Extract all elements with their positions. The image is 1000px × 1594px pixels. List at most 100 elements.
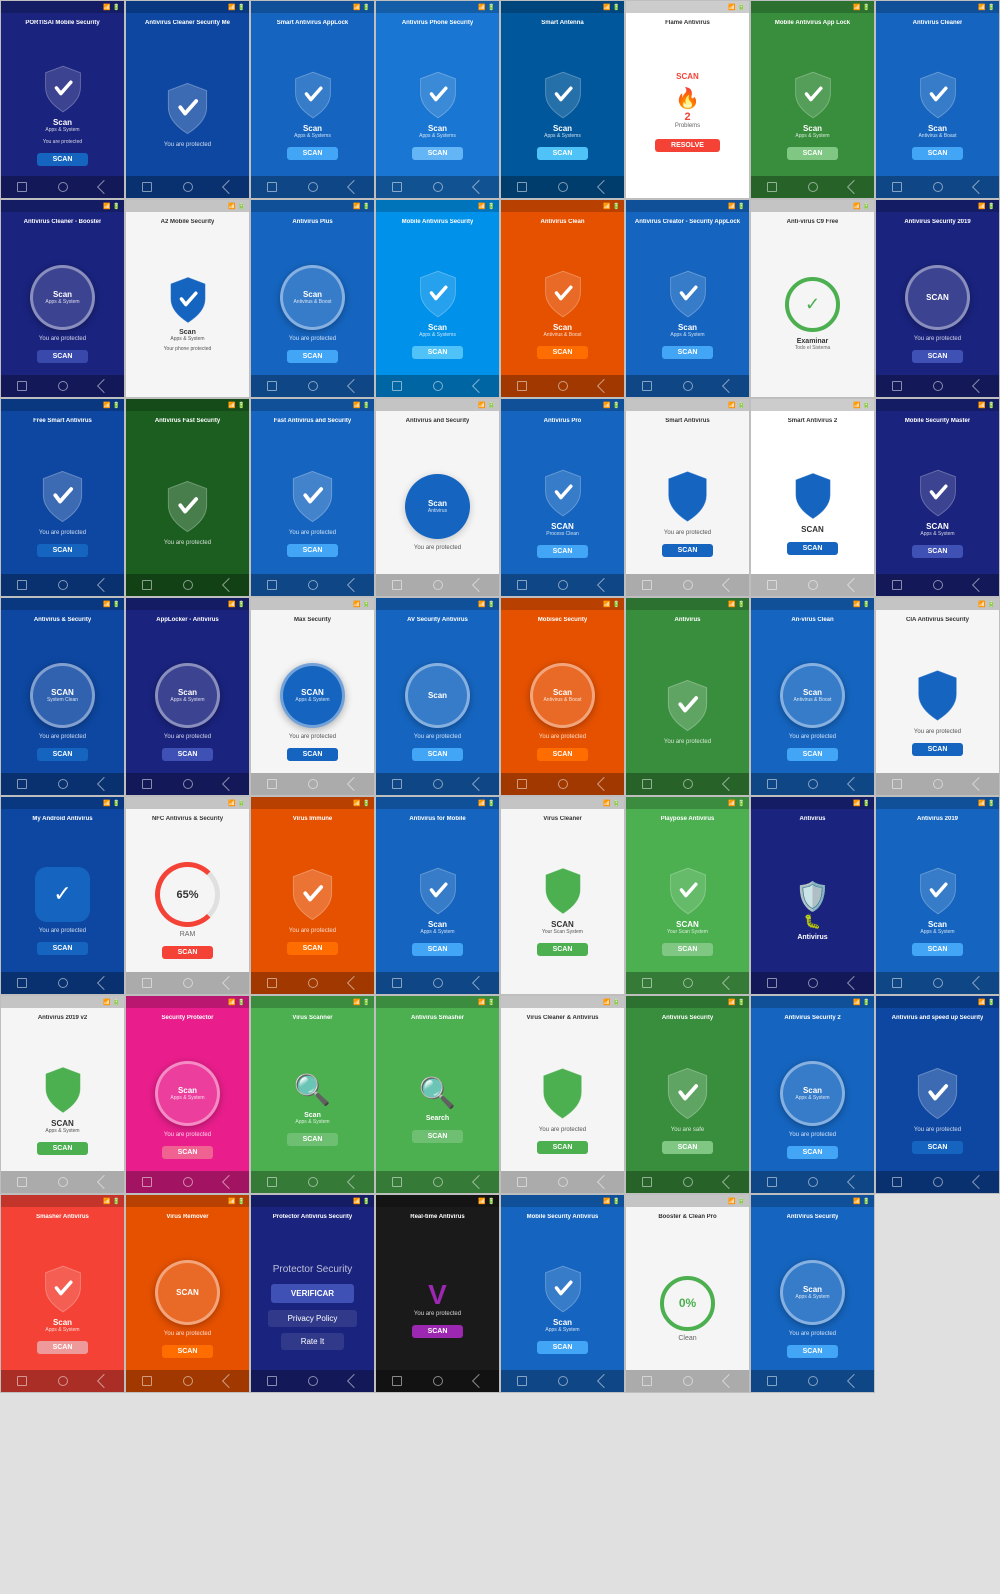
nav-bar xyxy=(126,1370,249,1392)
status-bar: 📶 🔋 xyxy=(501,598,624,610)
nav-bar xyxy=(501,1370,624,1392)
app-cell: 📶 🔋 Mobile Antivirus App Lock Scan Apps … xyxy=(750,0,875,199)
nav-bar xyxy=(376,375,499,397)
status-bar: 📶 🔋 xyxy=(376,1,499,13)
status-bar: 📶 🔋 xyxy=(626,797,749,809)
nav-bar xyxy=(376,1370,499,1392)
status-bar: 📶 🔋 xyxy=(876,598,999,610)
app-title-bar: Mobile Security Master xyxy=(876,411,999,431)
nav-bar xyxy=(251,176,374,198)
app-screen: 📶 🔋 Antivirus Security 2019 SCAN You are… xyxy=(876,200,999,397)
app-screen: 📶 🔋 Antivirus 2019 v2 SCAN Apps & System… xyxy=(1,996,124,1193)
app-screen: 📶 🔋 AV Security Antivirus Scan You are p… xyxy=(376,598,499,795)
app-title-bar: A2 Mobile Security xyxy=(126,212,249,232)
app-cell: 📶 🔋 Mobisec Security Scan Antivirus & Bo… xyxy=(500,597,625,796)
nav-bar xyxy=(626,574,749,596)
status-bar: 📶 🔋 xyxy=(626,598,749,610)
app-title-bar: Antivirus Cleaner - Booster xyxy=(1,212,124,232)
app-title-bar: Smart Antenna xyxy=(501,13,624,33)
app-screen: 📶 🔋 AntiVirus Security Scan Apps & Syste… xyxy=(751,1195,874,1392)
app-screen: 📶 🔋 Max Security SCAN Apps & System You … xyxy=(251,598,374,795)
nav-bar xyxy=(1,375,124,397)
status-bar: 📶 🔋 xyxy=(376,598,499,610)
nav-bar xyxy=(1,972,124,994)
app-screen: 📶 🔋 A2 Mobile Security Scan Apps & Syste… xyxy=(126,200,249,397)
app-screen: 📶 🔋 Antivirus Security You are safe SCAN xyxy=(626,996,749,1193)
app-title-bar: Booster & Clean Pro xyxy=(626,1207,749,1227)
app-title-bar: Antivirus Clean xyxy=(501,212,624,232)
app-cell: 📶 🔋 NFC Antivirus & Security 65% RAM SCA… xyxy=(125,796,250,995)
status-bar: 📶 🔋 xyxy=(876,996,999,1008)
nav-bar xyxy=(376,176,499,198)
app-screen: 📶 🔋 Antivirus Cleaner Scan Antivirus & B… xyxy=(876,1,999,198)
app-title-bar: Fast Antivirus and Security xyxy=(251,411,374,431)
app-title-bar: AV Security Antivirus xyxy=(376,610,499,630)
app-title-bar: Antivirus Security xyxy=(626,1008,749,1028)
app-title-bar: Antivirus Cleaner Security Me xyxy=(126,13,249,33)
nav-bar xyxy=(1,1171,124,1193)
status-bar: 📶 🔋 xyxy=(376,797,499,809)
app-cell: 📶 🔋 Antivirus Clean Scan Antivirus & Boo… xyxy=(500,199,625,398)
app-cell: 📶 🔋 Antivirus Plus Scan Antivirus & Boos… xyxy=(250,199,375,398)
app-cell: 📶 🔋 AntiVirus Security Scan Apps & Syste… xyxy=(750,1194,875,1393)
nav-bar xyxy=(876,375,999,397)
app-cell: 📶 🔋 Antivirus Cleaner - Booster Scan App… xyxy=(0,199,125,398)
nav-bar xyxy=(126,972,249,994)
app-title-bar: AntiVirus Security xyxy=(751,1207,874,1227)
app-title-bar: Antivirus & Security xyxy=(1,610,124,630)
status-bar: 📶 🔋 xyxy=(251,598,374,610)
app-title-bar: Free Smart Antivirus xyxy=(1,411,124,431)
nav-bar xyxy=(876,972,999,994)
app-screen: 📶 🔋 Antivirus & Security SCAN System Cle… xyxy=(1,598,124,795)
status-bar: 📶 🔋 xyxy=(1,598,124,610)
status-bar: 📶 🔋 xyxy=(876,797,999,809)
app-cell: 📶 🔋 Antivirus Security 2019 SCAN You are… xyxy=(875,199,1000,398)
app-screen: 📶 🔋 An-virus Clean Scan Antivirus & Boos… xyxy=(751,598,874,795)
app-cell: 📶 🔋 Antivirus Cleaner Scan Antivirus & B… xyxy=(875,0,1000,199)
app-title-bar: Antivirus 2019 v2 xyxy=(1,1008,124,1028)
app-title-bar: Antivirus for Mobile xyxy=(376,809,499,829)
status-bar: 📶 🔋 xyxy=(376,996,499,1008)
app-screen: 📶 🔋 Virus Scanner 🔍 Scan Apps & System S… xyxy=(251,996,374,1193)
status-bar: 📶 🔋 xyxy=(251,996,374,1008)
status-bar: 📶 🔋 xyxy=(626,1,749,13)
app-cell: 📶 🔋 Antivirus and speed up Security You … xyxy=(875,995,1000,1194)
status-bar: 📶 🔋 xyxy=(1,399,124,411)
app-title-bar: Real-time Antivirus xyxy=(376,1207,499,1227)
nav-bar xyxy=(251,972,374,994)
status-bar: 📶 🔋 xyxy=(876,1,999,13)
app-screen: 📶 🔋 Playpose Antivirus SCAN Your Scan Sy… xyxy=(626,797,749,994)
app-title-bar: Virus Scanner xyxy=(251,1008,374,1028)
app-screen: 📶 🔋 Antivirus Plus Scan Antivirus & Boos… xyxy=(251,200,374,397)
app-cell: 📶 🔋 Antivirus Creator - Security AppLock… xyxy=(625,199,750,398)
app-title-bar: Antivirus Creator - Security AppLock xyxy=(626,212,749,232)
nav-bar xyxy=(126,574,249,596)
app-title-bar: PORTISAI Mobile Security xyxy=(1,13,124,33)
app-title-bar: Antivirus Cleaner xyxy=(876,13,999,33)
app-title-bar: Playpose Antivirus xyxy=(626,809,749,829)
app-grid: 📶 🔋 PORTISAI Mobile Security Scan Apps &… xyxy=(0,0,1000,1393)
app-cell: 📶 🔋 Virus Cleaner & Antivirus You are pr… xyxy=(500,995,625,1194)
app-cell: 📶 🔋 Fast Antivirus and Security You are … xyxy=(250,398,375,597)
app-screen: 📶 🔋 Antivirus Phone Security Scan Apps &… xyxy=(376,1,499,198)
app-cell: 📶 🔋 A2 Mobile Security Scan Apps & Syste… xyxy=(125,199,250,398)
app-screen: 📶 🔋 Antivirus Smasher 🔍 Search SCAN xyxy=(376,996,499,1193)
nav-bar xyxy=(501,574,624,596)
app-cell: 📶 🔋 Security Protector Scan Apps & Syste… xyxy=(125,995,250,1194)
nav-bar xyxy=(501,773,624,795)
nav-bar xyxy=(251,773,374,795)
app-screen: 📶 🔋 Fast Antivirus and Security You are … xyxy=(251,399,374,596)
app-cell: 📶 🔋 Virus Scanner 🔍 Scan Apps & System S… xyxy=(250,995,375,1194)
app-title-bar: Antivirus and speed up Security xyxy=(876,1008,999,1028)
app-cell: 📶 🔋 Free Smart Antivirus You are protect… xyxy=(0,398,125,597)
status-bar: 📶 🔋 xyxy=(751,200,874,212)
nav-bar xyxy=(501,1171,624,1193)
app-title-bar: Antivirus Security 2019 xyxy=(876,212,999,232)
status-bar: 📶 🔋 xyxy=(626,1195,749,1207)
app-cell: 📶 🔋 Playpose Antivirus SCAN Your Scan Sy… xyxy=(625,796,750,995)
nav-bar xyxy=(501,176,624,198)
status-bar: 📶 🔋 xyxy=(251,1,374,13)
app-cell: 📶 🔋 My Android Antivirus ✓ You are prote… xyxy=(0,796,125,995)
app-screen: 📶 🔋 Antivirus for Mobile Scan Apps & Sys… xyxy=(376,797,499,994)
app-screen: 📶 🔋 Antivirus You are protected xyxy=(626,598,749,795)
